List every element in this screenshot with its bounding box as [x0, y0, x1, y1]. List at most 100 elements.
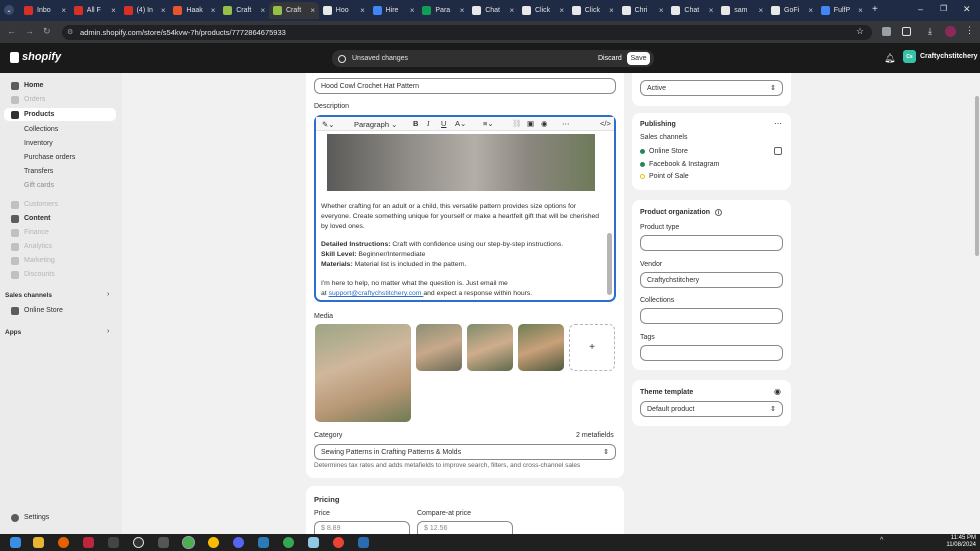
- product-type-input[interactable]: [640, 235, 783, 251]
- ai-magic-icon[interactable]: ✎⌄: [322, 120, 335, 129]
- media-thumbnail-2[interactable]: [467, 324, 513, 371]
- page-scrollbar[interactable]: [975, 96, 979, 256]
- tab-close-icon[interactable]: ×: [310, 6, 315, 15]
- apps-chevron-icon[interactable]: ›: [107, 328, 109, 335]
- discard-button[interactable]: Discard: [596, 52, 624, 65]
- app-icon-light[interactable]: [308, 537, 319, 548]
- tab-close-icon[interactable]: ×: [161, 6, 166, 15]
- chevron-right-icon[interactable]: ›: [107, 291, 109, 298]
- tab-close-icon[interactable]: ×: [111, 6, 116, 15]
- browser-tab[interactable]: Click ×: [518, 2, 568, 19]
- sidebar-item-products[interactable]: Products: [4, 108, 116, 121]
- bold-icon[interactable]: B: [413, 119, 418, 128]
- title-input[interactable]: Hood Cowl Crochet Hat Pattern: [314, 78, 616, 94]
- tab-close-icon[interactable]: ×: [559, 6, 564, 15]
- status-select[interactable]: Active ⇕: [640, 80, 783, 96]
- profile-avatar[interactable]: [945, 26, 956, 37]
- sidebar-item-settings[interactable]: Settings: [24, 512, 49, 523]
- extension-icon[interactable]: [882, 27, 891, 36]
- align-icon[interactable]: ≡⌄: [483, 119, 494, 128]
- chrome-icon[interactable]: [182, 536, 195, 549]
- tab-search-icon[interactable]: ⌄: [4, 5, 14, 15]
- manage-channels-icon[interactable]: [774, 147, 782, 155]
- chrome-icon-4[interactable]: [333, 537, 344, 548]
- paragraph-format-select[interactable]: Paragraph ⌄: [354, 120, 397, 129]
- tab-close-icon[interactable]: ×: [460, 6, 465, 15]
- collections-input[interactable]: [640, 308, 783, 324]
- save-button[interactable]: Save: [627, 52, 650, 65]
- forward-icon[interactable]: →: [25, 26, 34, 36]
- chrome-icon-2[interactable]: [208, 537, 219, 548]
- browser-tab[interactable]: (4) In ×: [120, 2, 170, 19]
- browser-tab[interactable]: Chat ×: [667, 2, 717, 19]
- sidebar-item-collections[interactable]: Collections: [24, 124, 58, 135]
- browser-tab[interactable]: Para ×: [418, 2, 468, 19]
- text-color-icon[interactable]: A⌄: [455, 119, 466, 128]
- vendor-input[interactable]: Craftychstitchery: [640, 272, 783, 288]
- browser-tab[interactable]: Chri ×: [618, 2, 668, 19]
- app-icon-red[interactable]: [83, 537, 94, 548]
- address-bar[interactable]: admin.shopify.com/store/s54kvw-7h/produc…: [62, 25, 872, 40]
- new-tab-button[interactable]: +: [872, 4, 878, 15]
- add-media-button[interactable]: +: [569, 324, 615, 371]
- tab-close-icon[interactable]: ×: [510, 6, 515, 15]
- close-window-icon[interactable]: ✕: [963, 4, 971, 15]
- browser-tab[interactable]: All F ×: [70, 2, 120, 19]
- media-thumbnail-3[interactable]: [518, 324, 564, 371]
- eye-icon[interactable]: ◉: [774, 387, 781, 396]
- sidebar-item-gift-cards[interactable]: Gift cards: [24, 180, 54, 191]
- italic-icon[interactable]: I: [427, 119, 430, 128]
- browser-menu-icon[interactable]: ⋮: [965, 25, 974, 36]
- minimize-icon[interactable]: –: [918, 4, 923, 14]
- browser-tab[interactable]: Chat ×: [468, 2, 518, 19]
- publishing-more-icon[interactable]: ⋯: [774, 119, 782, 128]
- app-icon-monitor[interactable]: [358, 537, 369, 548]
- tab-close-icon[interactable]: ×: [261, 6, 266, 15]
- sidebar-item-orders[interactable]: Orders: [24, 94, 45, 105]
- price-input[interactable]: $ 8.89: [314, 521, 410, 534]
- tab-close-icon[interactable]: ×: [360, 6, 365, 15]
- app-icon-dark[interactable]: [108, 537, 119, 548]
- theme-template-select[interactable]: Default product ⇕: [640, 401, 783, 417]
- browser-tab[interactable]: Inbo ×: [20, 2, 70, 19]
- tab-close-icon[interactable]: ×: [609, 6, 614, 15]
- app-icon-gray[interactable]: [158, 537, 169, 548]
- browser-tab[interactable]: sam ×: [717, 2, 767, 19]
- browser-tab[interactable]: GoFi ×: [767, 2, 817, 19]
- browser-tab[interactable]: Craft ×: [219, 2, 269, 19]
- sidebar-item-analytics[interactable]: Analytics: [24, 241, 52, 252]
- shopify-logo[interactable]: shopify: [10, 51, 61, 63]
- tab-close-icon[interactable]: ×: [659, 6, 664, 15]
- link-icon[interactable]: ⛓: [512, 119, 522, 128]
- bookmark-star-icon[interactable]: ☆: [856, 26, 864, 37]
- sidebar-item-customers[interactable]: Customers: [24, 199, 58, 210]
- obs-icon[interactable]: [133, 537, 144, 548]
- sidebar-item-purchase-orders[interactable]: Purchase orders: [24, 152, 75, 163]
- file-explorer-icon[interactable]: [33, 537, 44, 548]
- browser-tab[interactable]: FulfP ×: [817, 2, 867, 19]
- sidebar-item-online-store[interactable]: Online Store: [24, 305, 63, 316]
- reload-icon[interactable]: ↻: [43, 26, 51, 37]
- code-view-icon[interactable]: </>: [600, 119, 611, 128]
- browser-tab[interactable]: Haak ×: [169, 2, 219, 19]
- sidebar-item-content[interactable]: Content: [24, 213, 50, 224]
- notifications-bell-icon[interactable]: 🔔︎: [884, 53, 895, 64]
- maximize-icon[interactable]: ❐: [940, 4, 947, 13]
- image-icon[interactable]: ▣: [527, 119, 534, 128]
- back-icon[interactable]: ←: [7, 26, 16, 36]
- editor-scrollbar[interactable]: [607, 233, 612, 295]
- site-info-icon[interactable]: ⚙: [67, 28, 73, 36]
- more-options-icon[interactable]: ⋯: [562, 119, 570, 128]
- media-thumbnail-1[interactable]: [416, 324, 462, 371]
- tab-close-icon[interactable]: ×: [858, 6, 863, 15]
- puzzle-icon[interactable]: [902, 27, 911, 36]
- chrome-icon-3[interactable]: [283, 537, 294, 548]
- underline-icon[interactable]: U: [441, 119, 446, 128]
- apps-heading[interactable]: Apps: [5, 327, 21, 338]
- sidebar-item-finance[interactable]: Finance: [24, 227, 49, 238]
- sidebar-item-home[interactable]: Home: [24, 80, 43, 91]
- discord-icon[interactable]: [233, 537, 244, 548]
- compare-at-price-input[interactable]: $ 12.56: [417, 521, 513, 534]
- clock[interactable]: 11:45 PM 11/08/2024: [944, 535, 976, 549]
- browser-tab[interactable]: Hire ×: [369, 2, 419, 19]
